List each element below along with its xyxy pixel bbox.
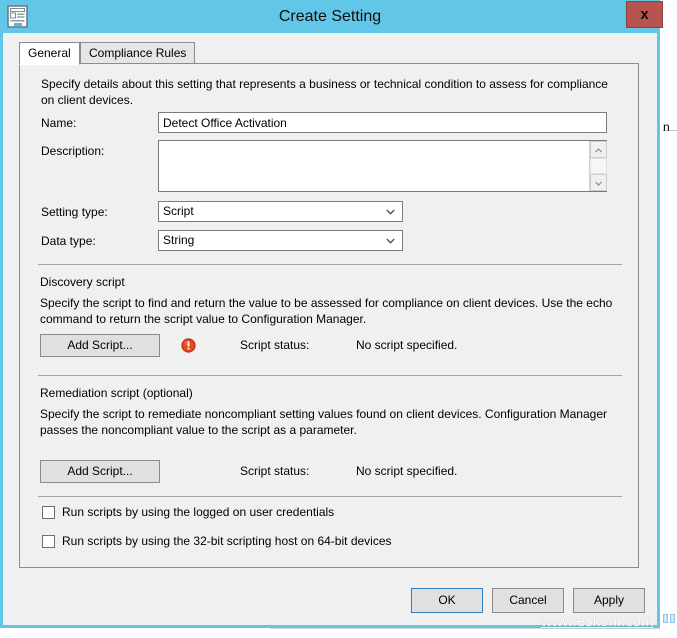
scroll-down-icon[interactable] [590,174,607,191]
remediation-script-status-value: No script specified. [356,464,458,478]
discovery-script-title: Discovery script [40,275,125,289]
add-remediation-script-button[interactable]: Add Script... [40,460,160,483]
tab-compliance-rules[interactable]: Compliance Rules [80,42,196,64]
data-type-label: Data type: [41,234,96,248]
close-button[interactable]: x [626,1,663,28]
ok-button[interactable]: OK [411,588,483,613]
description-input[interactable] [159,141,588,191]
dialog-title: Create Setting [278,8,382,25]
name-label: Name: [41,116,77,130]
name-input[interactable] [158,112,607,133]
error-exclamation-icon [181,338,196,353]
site-watermark: www.eskonr.com [541,613,654,630]
data-type-dropdown[interactable]: String [158,230,403,251]
background-window-panel [663,0,677,131]
discovery-script-status-label: Script status: [240,338,310,352]
setting-type-label: Setting type: [41,205,108,219]
setting-type-value: Script [163,204,194,218]
description-scrollbar[interactable] [589,141,607,191]
remediation-script-title: Remediation script (optional) [40,386,193,400]
use-32bit-host-label: Run scripts by using the 32-bit scriptin… [62,534,392,548]
background-window-text: n [663,120,670,134]
dialog-client-area: General Compliance Rules Specify details… [3,33,657,625]
remediation-script-status-label: Script status: [240,464,310,478]
cancel-button[interactable]: Cancel [492,588,564,613]
discovery-script-status-value: No script specified. [356,338,458,352]
setting-type-dropdown[interactable]: Script [158,201,403,222]
general-tab-panel: Specify details about this setting that … [19,63,639,568]
data-type-value: String [163,233,195,247]
section-divider [38,375,622,376]
tab-strip: General Compliance Rules [19,42,639,65]
scroll-up-icon[interactable] [590,141,607,158]
tab-general[interactable]: General [19,42,80,65]
section-divider [38,264,622,265]
dialog-titlebar[interactable]: Create Setting x [0,0,663,33]
background-mini-icon [663,614,668,623]
run-as-logged-on-user-label: Run scripts by using the logged on user … [62,505,335,519]
chevron-down-icon [386,238,395,244]
background-bottom-strip [0,628,270,637]
scrollbar-track[interactable] [590,158,607,174]
description-label: Description: [41,144,105,158]
discovery-script-description: Specify the script to find and return th… [40,296,613,326]
create-setting-dialog: Create Setting x General Compliance Rule… [0,0,663,628]
section-divider [38,496,622,497]
run-as-logged-on-user-checkbox[interactable] [42,506,55,519]
use-32bit-host-checkbox[interactable] [42,535,55,548]
add-discovery-script-button[interactable]: Add Script... [40,334,160,357]
background-mini-icon [670,614,675,623]
background-status-icons [661,600,677,626]
description-field-wrapper [158,140,607,192]
remediation-script-description: Specify the script to remediate noncompl… [40,407,607,437]
apply-button[interactable]: Apply [573,588,645,613]
general-intro-text: Specify details about this setting that … [41,77,608,107]
chevron-down-icon [386,209,395,215]
